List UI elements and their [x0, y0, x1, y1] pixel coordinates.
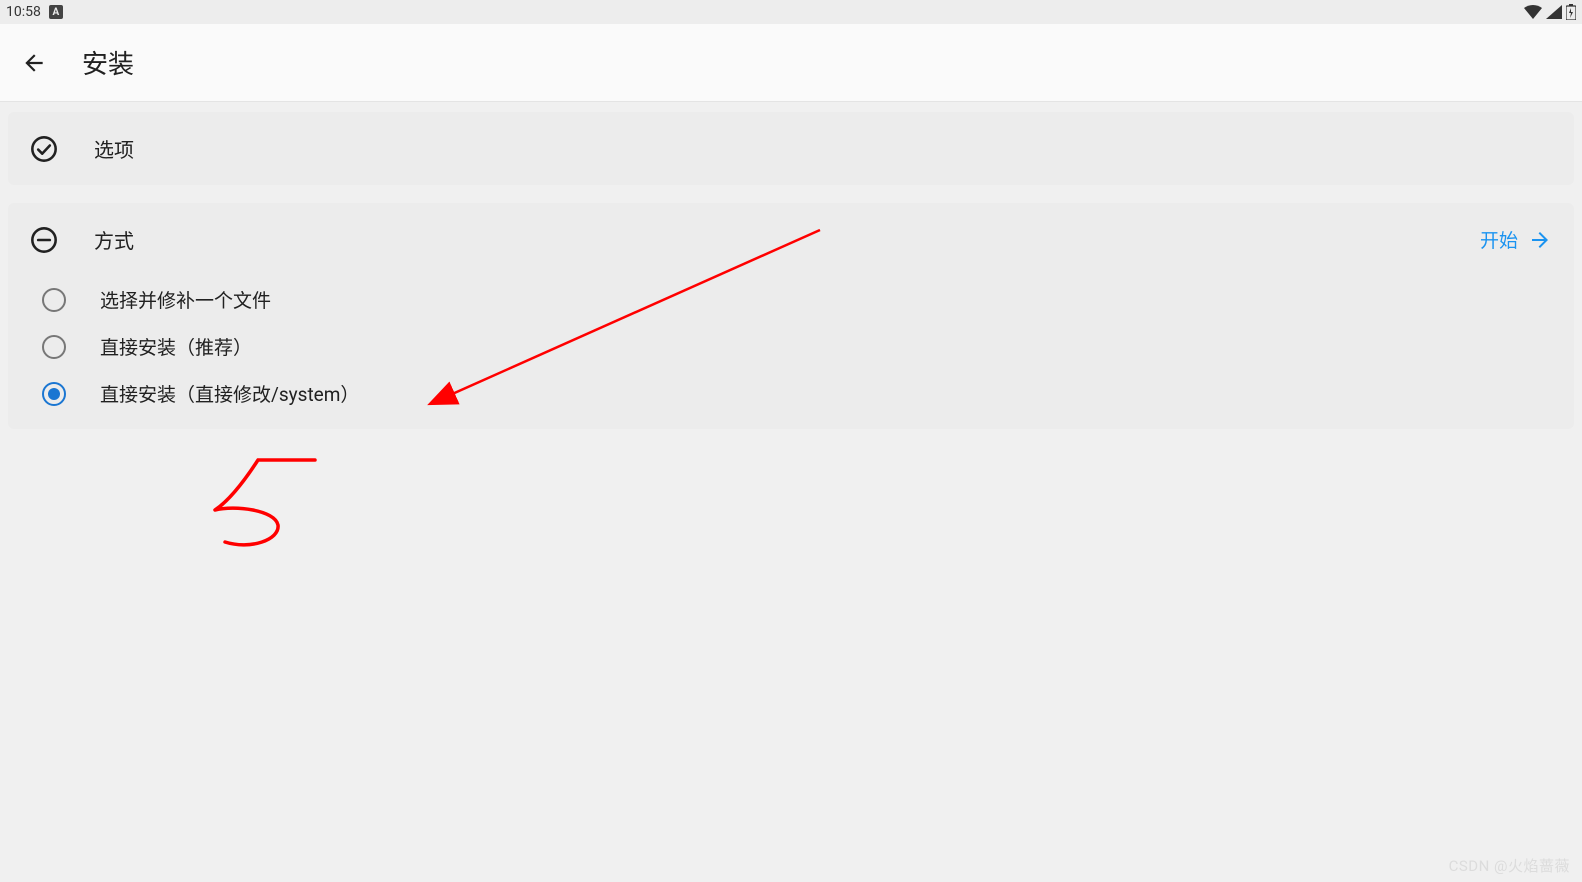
page-title: 安装 [82, 44, 134, 81]
arrow-left-icon [21, 50, 47, 76]
method-radio-list: 选择并修补一个文件 直接安装（推荐） 直接安装（直接修改/system） [8, 272, 1574, 425]
status-time: 10:58 [6, 4, 41, 20]
options-card-header[interactable]: 选项 [8, 116, 1574, 181]
wifi-icon [1524, 5, 1542, 19]
check-circle-icon [30, 135, 58, 163]
minus-circle-icon [30, 226, 58, 254]
radio-icon [42, 288, 66, 312]
radio-icon-selected [42, 382, 66, 406]
back-button[interactable] [18, 47, 50, 79]
radio-label: 选择并修补一个文件 [100, 286, 271, 313]
input-indicator-icon: A [49, 5, 63, 19]
start-button[interactable]: 开始 [1480, 226, 1552, 253]
battery-charging-icon [1566, 4, 1576, 20]
status-left: 10:58 A [6, 4, 63, 20]
watermark: CSDN @火焰蔷薇 [1449, 855, 1570, 876]
method-card-title: 方式 [94, 225, 134, 254]
content-area: 选项 方式 开始 [0, 102, 1582, 457]
status-bar: 10:58 A [0, 0, 1582, 24]
radio-option-direct-install[interactable]: 直接安装（推荐） [8, 323, 1574, 370]
radio-option-modify-system[interactable]: 直接安装（直接修改/system） [8, 370, 1574, 417]
options-card: 选项 [8, 112, 1574, 185]
app-bar: 安装 [0, 24, 1582, 102]
method-card-header[interactable]: 方式 开始 [8, 207, 1574, 272]
radio-label: 直接安装（直接修改/system） [100, 380, 359, 407]
start-button-label: 开始 [1480, 226, 1518, 253]
method-card: 方式 开始 选择并修补一个文件 直接安装（推荐） [8, 203, 1574, 429]
radio-label: 直接安装（推荐） [100, 333, 252, 360]
radio-icon [42, 335, 66, 359]
radio-option-patch-file[interactable]: 选择并修补一个文件 [8, 276, 1574, 323]
cellular-signal-icon [1546, 5, 1562, 19]
options-card-title: 选项 [94, 134, 134, 163]
annotation-number-5 [215, 460, 315, 545]
status-right [1524, 4, 1576, 20]
arrow-right-icon [1528, 228, 1552, 252]
